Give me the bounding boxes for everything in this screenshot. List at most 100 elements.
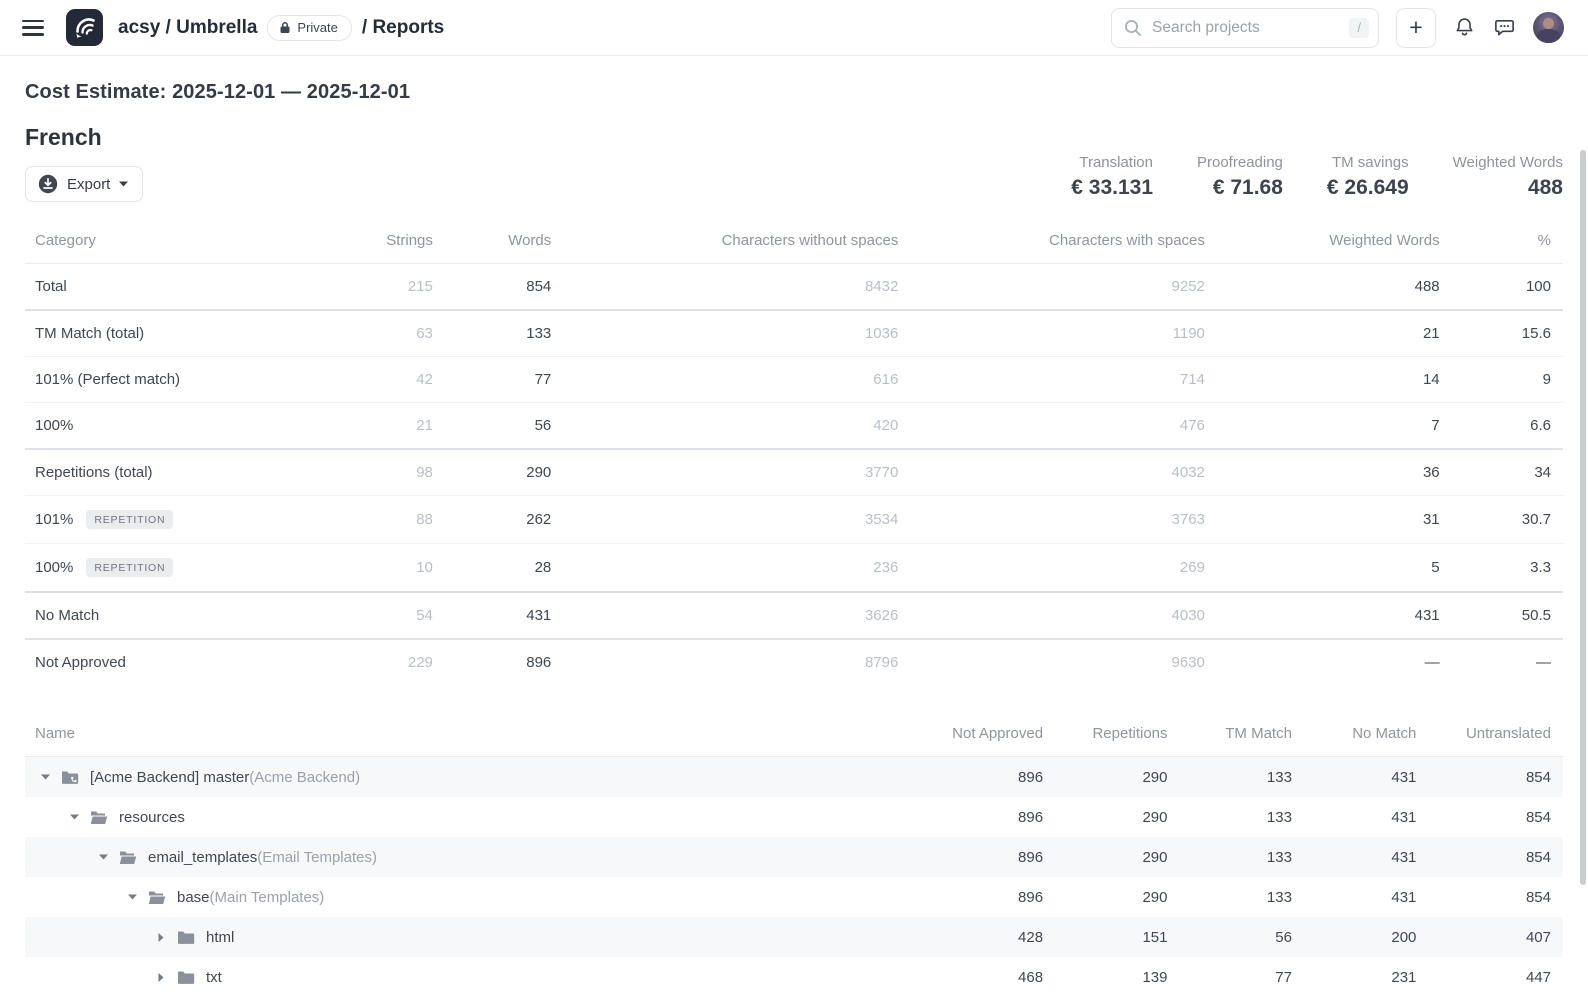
stat-label: Weighted Words — [1453, 154, 1563, 171]
col-header-untranslated: Untranslated — [1428, 717, 1563, 757]
strings-cell: 42 — [308, 357, 445, 403]
strings-cell: 98 — [308, 449, 445, 496]
stat-proofreading: Proofreading € 71.68 — [1197, 154, 1283, 200]
pct-cell: 15.6 — [1452, 310, 1563, 357]
chars-without-cell: 616 — [563, 357, 910, 403]
repetitions-cell: 139 — [1055, 957, 1179, 997]
words-cell: 431 — [445, 592, 563, 639]
no-match-cell: 431 — [1304, 797, 1428, 837]
chars-with-cell: 714 — [910, 357, 1217, 403]
col-header-tm-match: TM Match — [1180, 717, 1304, 757]
download-icon — [38, 174, 58, 194]
user-avatar[interactable] — [1533, 12, 1564, 43]
stat-value: € 33.131 — [1071, 176, 1153, 200]
table-row-not-approved: Not Approved 229 896 8796 9630 — — — [25, 639, 1563, 685]
no-match-cell: 431 — [1304, 757, 1428, 798]
breadcrumb-project-path[interactable]: acsy / Umbrella — [118, 17, 257, 39]
tm-match-cell: 133 — [1180, 837, 1304, 877]
stat-value: € 26.649 — [1327, 176, 1409, 200]
language-heading: French — [25, 124, 143, 151]
tree-row-resources[interactable]: resources 896 290 133 431 854 — [25, 797, 1563, 837]
table-row-no-match: No Match 54 431 3626 4030 431 50.5 — [25, 592, 1563, 639]
notifications-button[interactable] — [1453, 16, 1476, 39]
chars-with-cell: 4030 — [910, 592, 1217, 639]
vertical-scrollbar[interactable] — [1580, 150, 1586, 885]
search-input[interactable] — [1152, 19, 1339, 37]
tree-row-email-templates[interactable]: email_templates(Email Templates) 896 290… — [25, 837, 1563, 877]
stat-value: 488 — [1453, 176, 1563, 200]
expand-caret-icon[interactable] — [156, 933, 166, 942]
col-header-weighted: Weighted Words — [1217, 224, 1452, 264]
messages-button[interactable] — [1493, 16, 1516, 39]
privacy-badge: Private — [267, 15, 351, 41]
chars-without-cell: 3626 — [563, 592, 910, 639]
repetitions-cell: 290 — [1055, 797, 1179, 837]
col-header-no-match: No Match — [1304, 717, 1428, 757]
not-approved-cell: 896 — [931, 837, 1055, 877]
stat-label: TM savings — [1327, 154, 1409, 171]
search-box[interactable]: / — [1111, 8, 1379, 48]
no-match-cell: 231 — [1304, 957, 1428, 997]
strings-cell: 88 — [308, 496, 445, 544]
collapse-caret-icon[interactable] — [127, 894, 137, 900]
tree-item-name: [Acme Backend] master — [90, 769, 249, 786]
not-approved-cell: 896 — [931, 877, 1055, 917]
collapse-caret-icon[interactable] — [40, 774, 50, 780]
tree-item-name: email_templates — [148, 849, 257, 866]
expand-caret-icon[interactable] — [156, 973, 166, 982]
col-header-words: Words — [445, 224, 563, 264]
not-approved-cell: 896 — [931, 797, 1055, 837]
chars-with-cell: 269 — [910, 544, 1217, 593]
search-shortcut-key: / — [1349, 18, 1369, 38]
app-logo[interactable] — [66, 9, 103, 46]
col-header-name: Name — [25, 717, 931, 757]
repetitions-cell: 290 — [1055, 757, 1179, 798]
tree-row-base[interactable]: base(Main Templates) 896 290 133 431 854 — [25, 877, 1563, 917]
strings-cell: 21 — [308, 403, 445, 450]
chars-without-cell: 8432 — [563, 264, 910, 311]
collapse-caret-icon[interactable] — [98, 854, 108, 860]
tree-item-name: txt — [206, 969, 222, 986]
weighted-cell: 7 — [1217, 403, 1452, 450]
strings-cell: 54 — [308, 592, 445, 639]
not-approved-cell: 896 — [931, 757, 1055, 798]
weighted-cell: — — [1217, 639, 1452, 685]
words-cell: 77 — [445, 357, 563, 403]
untranslated-cell: 447 — [1428, 957, 1563, 997]
table-row-100: 100% 21 56 420 476 7 6.6 — [25, 403, 1563, 450]
weighted-cell: 14 — [1217, 357, 1452, 403]
tree-row-html[interactable]: html 428 151 56 200 407 — [25, 917, 1563, 957]
category-cell: Total — [25, 264, 308, 311]
files-breakdown-table: Name Not Approved Repetitions TM Match N… — [25, 717, 1563, 997]
files-table-header-row: Name Not Approved Repetitions TM Match N… — [25, 717, 1563, 757]
chars-without-cell: 8796 — [563, 639, 910, 685]
open-folder-icon — [90, 810, 108, 825]
open-folder-icon — [148, 890, 166, 905]
tree-row-branch[interactable]: [Acme Backend] master(Acme Backend) 896 … — [25, 757, 1563, 798]
table-row-tm-match-total: TM Match (total) 63 133 1036 1190 21 15.… — [25, 310, 1563, 357]
untranslated-cell: 854 — [1428, 797, 1563, 837]
col-header-repetitions: Repetitions — [1055, 717, 1179, 757]
chars-with-cell: 9252 — [910, 264, 1217, 311]
category-cell: TM Match (total) — [25, 310, 308, 357]
pct-cell: 30.7 — [1452, 496, 1563, 544]
open-folder-icon — [119, 850, 137, 865]
category-cell: 100% — [25, 403, 308, 450]
export-button[interactable]: Export — [25, 166, 143, 202]
cost-summary-stats: Translation € 33.131 Proofreading € 71.6… — [1071, 154, 1563, 202]
tm-match-cell: 56 — [1180, 917, 1304, 957]
privacy-badge-label: Private — [297, 20, 337, 35]
words-cell: 28 — [445, 544, 563, 593]
tree-row-txt[interactable]: txt 468 139 77 231 447 — [25, 957, 1563, 997]
hamburger-menu-icon[interactable] — [22, 20, 44, 36]
tree-item-subname: (Main Templates) — [210, 889, 325, 906]
add-project-button[interactable]: + — [1396, 8, 1436, 48]
breadcrumb-section[interactable]: / Reports — [362, 17, 444, 39]
untranslated-cell: 854 — [1428, 837, 1563, 877]
tree-item-name: resources — [119, 809, 185, 826]
pct-cell: 6.6 — [1452, 403, 1563, 450]
collapse-caret-icon[interactable] — [69, 814, 79, 820]
pct-cell: 50.5 — [1452, 592, 1563, 639]
category-cell: 101%REPETITION — [25, 496, 308, 544]
table-row-101-repetition: 101%REPETITION 88 262 3534 3763 31 30.7 — [25, 496, 1563, 544]
